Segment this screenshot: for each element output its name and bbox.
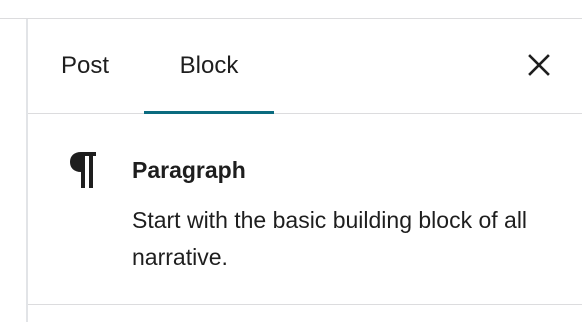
tab-post-label: Post xyxy=(61,52,110,79)
tab-block[interactable]: Block xyxy=(144,19,274,113)
close-icon xyxy=(528,54,550,76)
settings-sidebar-root: Post Block Paragraph Start with the basi… xyxy=(0,0,582,322)
block-card: Paragraph Start with the basic building … xyxy=(28,114,582,305)
tab-post[interactable]: Post xyxy=(61,19,109,113)
block-title: Paragraph xyxy=(132,157,246,183)
paragraph-icon xyxy=(70,152,96,188)
block-settings-panel: Post Block Paragraph Start with the basi… xyxy=(28,19,582,322)
close-button[interactable] xyxy=(524,50,554,80)
block-description: Start with the basic building block of a… xyxy=(132,207,528,270)
tab-block-label: Block xyxy=(179,52,239,79)
sidebar-tabs: Post Block xyxy=(28,19,582,114)
